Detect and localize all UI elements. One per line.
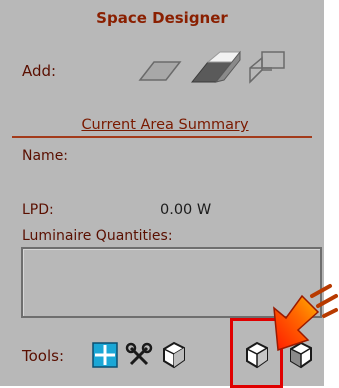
add-tools (138, 48, 288, 88)
flat-plane-icon[interactable] (138, 61, 182, 81)
add-label: Add: (22, 62, 57, 80)
lpd-label: LPD: (22, 202, 54, 218)
slab-icon[interactable] (190, 50, 242, 83)
scissors-icon[interactable] (125, 340, 153, 370)
grid-icon[interactable] (92, 342, 118, 368)
luminaire-quantities-label: Luminaire Quantities: (22, 228, 173, 244)
pointer-arrow-icon (272, 282, 338, 352)
panel-title: Space Designer (96, 9, 228, 27)
tools-label: Tools: (22, 347, 65, 365)
wireframe-box-icon[interactable] (249, 51, 285, 84)
name-label: Name: (22, 148, 69, 164)
shape-icon[interactable] (160, 340, 188, 370)
lpd-value: 0.00 W (160, 202, 212, 218)
summary-divider (12, 136, 312, 138)
summary-title[interactable]: Current Area Summary (14, 117, 316, 133)
